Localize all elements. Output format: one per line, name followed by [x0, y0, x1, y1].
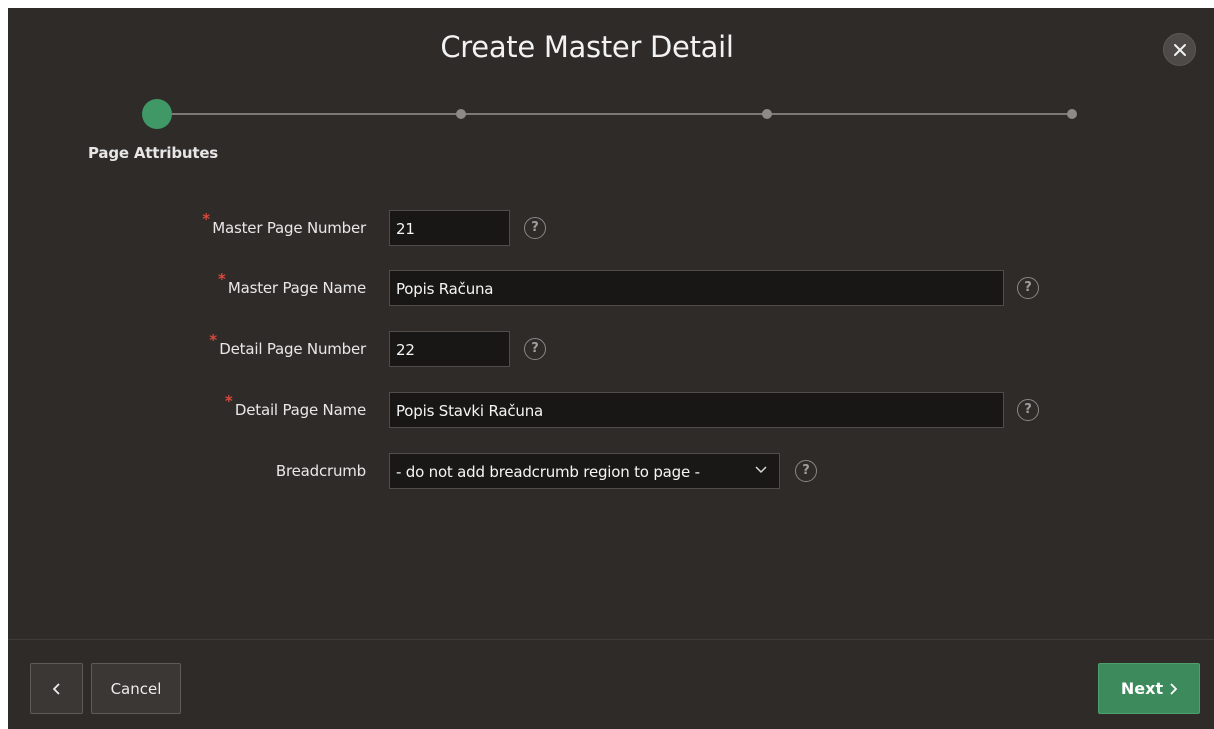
next-button-label: Next	[1120, 679, 1164, 698]
help-icon[interactable]: ?	[795, 460, 817, 482]
master-page-name-row: * Master Page Name Popis Računa ?	[8, 270, 1214, 306]
dialog-title: Create Master Detail	[440, 30, 734, 64]
wizard-step-4	[1067, 109, 1077, 119]
required-marker: *	[202, 210, 210, 228]
help-icon[interactable]: ?	[1017, 399, 1039, 421]
required-marker: *	[217, 270, 226, 288]
detail-page-name-input[interactable]: Popis Stavki Računa	[389, 392, 1004, 428]
wizard-step-1-active	[142, 99, 172, 129]
detail-page-number-input[interactable]: 22	[389, 331, 510, 367]
wizard-step-3	[762, 109, 772, 119]
required-marker: *	[224, 392, 233, 410]
master-page-number-input[interactable]: 21	[389, 210, 510, 246]
breadcrumb-row: Breadcrumb - do not add breadcrumb regio…	[8, 453, 1214, 489]
wizard-step-2	[456, 109, 466, 119]
close-button[interactable]	[1163, 33, 1196, 66]
detail-page-number-label-text: Detail Page Number	[219, 340, 366, 358]
master-page-name-label-text: Master Page Name	[227, 279, 366, 297]
detail-page-name-label: * Detail Page Name	[225, 392, 366, 419]
wizard-step-label: Page Attributes	[88, 144, 219, 162]
breadcrumb-select-value: - do not add breadcrumb region to page -	[396, 463, 700, 481]
wizard-progress-line	[156, 113, 1072, 115]
close-icon	[1173, 43, 1186, 56]
detail-page-number-label: * Detail Page Number	[209, 331, 366, 358]
help-icon[interactable]: ?	[1017, 277, 1039, 299]
detail-page-name-row: * Detail Page Name Popis Stavki Računa ?	[8, 392, 1214, 428]
breadcrumb-select[interactable]: - do not add breadcrumb region to page -	[389, 453, 780, 489]
required-marker: *	[209, 331, 217, 349]
next-button[interactable]: Next	[1098, 663, 1200, 714]
help-icon[interactable]: ?	[524, 217, 546, 239]
chevron-left-icon	[52, 682, 60, 695]
footer-divider	[8, 639, 1214, 640]
detail-page-name-label-text: Detail Page Name	[234, 401, 366, 419]
detail-page-number-row: * Detail Page Number 22 ?	[8, 331, 1214, 367]
cancel-button[interactable]: Cancel	[91, 663, 181, 714]
master-page-number-label: * Master Page Number	[202, 210, 366, 237]
master-page-number-label-text: Master Page Number	[212, 219, 366, 237]
help-icon[interactable]: ?	[524, 338, 546, 360]
master-page-name-input[interactable]: Popis Računa	[389, 270, 1004, 306]
previous-button[interactable]	[30, 663, 83, 714]
master-page-number-row: * Master Page Number 21 ?	[8, 210, 1214, 246]
chevron-right-icon	[1170, 682, 1178, 695]
create-master-detail-dialog: Create Master Detail Page Attributes * M…	[8, 8, 1214, 729]
breadcrumb-label: Breadcrumb	[275, 462, 366, 480]
master-page-name-label: * Master Page Name	[218, 270, 366, 297]
chevron-down-icon	[755, 466, 767, 474]
